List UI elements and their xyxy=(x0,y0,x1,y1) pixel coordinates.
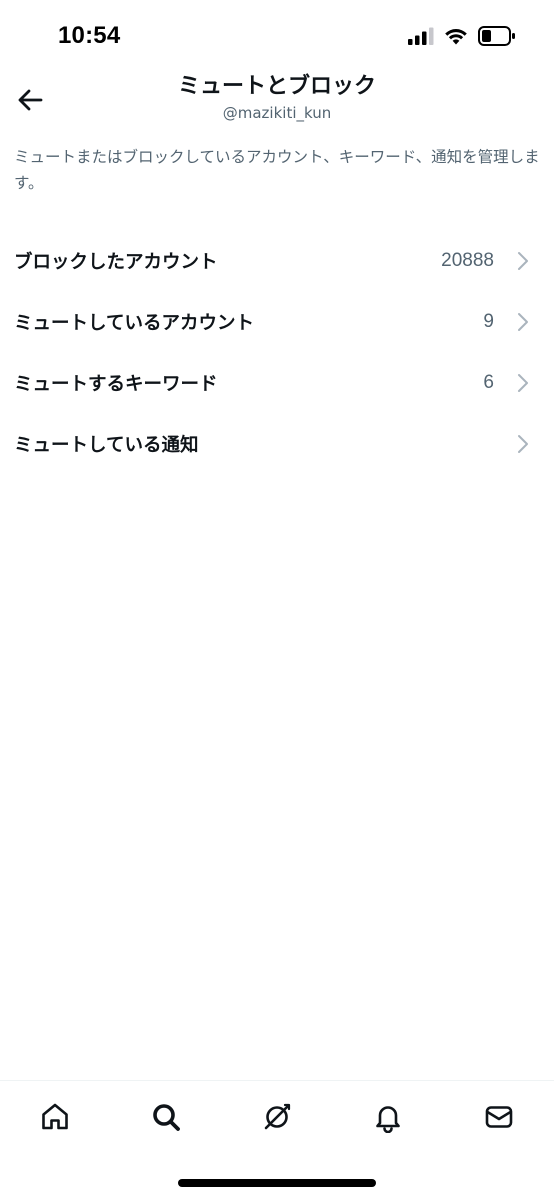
home-icon xyxy=(42,1103,68,1130)
row-label: ミュートするキーワード xyxy=(14,373,218,395)
nav-spaces[interactable] xyxy=(255,1095,299,1139)
row-count: 9 xyxy=(483,310,494,332)
battery-icon xyxy=(478,26,515,46)
row-count: 20888 xyxy=(441,249,494,271)
account-handle: @mazikiti_kun xyxy=(222,104,332,122)
nav-notifications[interactable] xyxy=(366,1095,410,1139)
settings-list: ブロックしたアカウント 20888 ミュートしているアカウント 9 ミュートする… xyxy=(0,230,554,474)
row-count: 6 xyxy=(483,371,494,393)
wifi-icon xyxy=(445,29,467,45)
page-title: ミュートとブロック xyxy=(177,74,376,99)
muted-accounts-row[interactable]: ミュートしているアカウント 9 xyxy=(0,291,554,352)
status-time: 10:54 xyxy=(58,22,121,49)
search-icon xyxy=(153,1104,180,1131)
status-icons xyxy=(408,26,516,46)
notifications-icon xyxy=(376,1106,400,1133)
chevron-right-icon xyxy=(518,373,528,392)
spaces-icon xyxy=(264,1103,291,1130)
mute-block-screen: 10:54 ミュートとブロック @mazikiti_kun ミュートまたはブロッ… xyxy=(0,0,554,1199)
header-titles: ミュートとブロック @mazikiti_kun xyxy=(0,72,554,124)
row-label: ミュートしているアカウント xyxy=(14,312,254,334)
row-label: ブロックしたアカウント xyxy=(14,251,218,273)
chevron-right-icon xyxy=(518,312,528,331)
nav-search[interactable] xyxy=(144,1095,188,1139)
chevron-right-icon xyxy=(518,251,528,270)
status-bar: 10:54 xyxy=(0,0,554,72)
signal-icon xyxy=(408,27,434,45)
description-text: ミュートまたはブロックしているアカウント、キーワード、通知を管理します。 xyxy=(14,148,540,192)
header: ミュートとブロック @mazikiti_kun xyxy=(0,72,554,132)
blocked-accounts-row[interactable]: ブロックしたアカウント 20888 xyxy=(0,230,554,291)
chevron-right-icon xyxy=(518,434,528,453)
nav-messages[interactable] xyxy=(477,1095,521,1139)
home-indicator xyxy=(178,1179,376,1187)
row-label: ミュートしている通知 xyxy=(14,434,199,456)
messages-icon xyxy=(485,1106,513,1128)
nav-home[interactable] xyxy=(33,1095,77,1139)
muted-notifications-row[interactable]: ミュートしている通知 xyxy=(0,413,554,474)
muted-keywords-row[interactable]: ミュートするキーワード 6 xyxy=(0,352,554,413)
